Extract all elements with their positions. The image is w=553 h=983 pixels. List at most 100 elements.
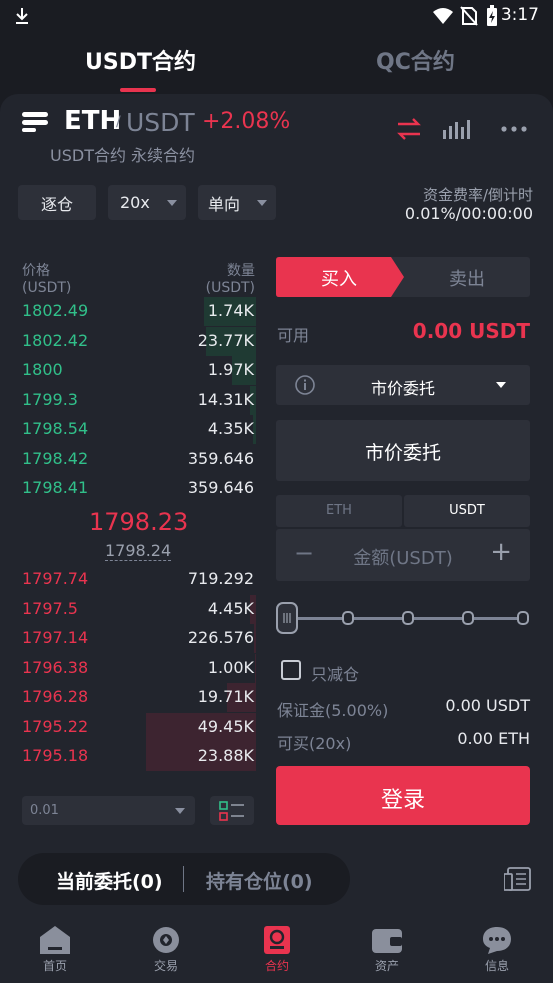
nav-contract[interactable]: 合约 <box>237 925 317 974</box>
position-mode-label: 单向 <box>208 194 241 214</box>
nav-contract-label: 合约 <box>264 959 289 973</box>
tab-usdt-contract[interactable]: USDT合约 <box>85 44 196 76</box>
nav-messages[interactable]: 信息 <box>457 925 537 974</box>
row-qty: 19.71K <box>197 687 254 706</box>
slider-mark-75[interactable] <box>462 611 474 625</box>
price-change: +2.08% <box>202 109 291 134</box>
slider-mark-100[interactable] <box>517 611 529 625</box>
bid-row[interactable]: 1797.5 4.45K <box>22 594 256 624</box>
ask-row[interactable]: 1798.41 359.646 <box>22 474 256 502</box>
nav-trade[interactable]: 交易 <box>126 925 206 974</box>
ask-row[interactable]: 1802.42 23.77K <box>22 326 256 356</box>
bid-row[interactable]: 1797.14 226.576 <box>22 624 256 653</box>
max-buy-label: 可买(20x) <box>277 734 352 753</box>
row-price: 1796.38 <box>22 657 89 677</box>
slider-handle[interactable] <box>276 602 298 634</box>
row-price: 1799.3 <box>22 389 78 409</box>
ask-row[interactable]: 1802.49 1.74K <box>22 297 256 326</box>
contract-tabs: USDT合约 QC合约 <box>0 32 553 94</box>
download-icon <box>16 8 28 24</box>
chevron-down-icon <box>175 808 185 814</box>
quote-symbol[interactable]: USDT <box>126 108 195 137</box>
row-price: 1802.49 <box>22 301 89 320</box>
clock: 3:17 <box>500 5 539 25</box>
tab-positions[interactable]: 持有仓位(0) <box>206 867 313 894</box>
precision-selector[interactable]: 0.01 <box>22 796 195 825</box>
nav-home[interactable]: 首页 <box>15 925 95 974</box>
grip-icon <box>283 613 291 623</box>
orderbook-layout-button[interactable] <box>210 796 254 825</box>
wallet-icon <box>372 929 402 953</box>
order-type-selector[interactable]: 市价委托 <box>276 365 530 405</box>
pair-separator: / <box>116 114 121 130</box>
menu-icon[interactable] <box>22 112 50 132</box>
row-price: 1802.42 <box>22 330 89 350</box>
margin-label: 保证金(5.00%) <box>277 701 389 720</box>
unit-usdt-label: USDT <box>449 503 485 518</box>
bid-row[interactable]: 1795.18 23.88K <box>22 742 256 771</box>
margin-mode-label: 逐仓 <box>40 194 73 214</box>
row-qty: 23.77K <box>197 330 254 350</box>
nav-messages-label: 信息 <box>484 959 509 973</box>
tab-current-orders[interactable]: 当前委托(0) <box>56 867 163 894</box>
more-icon[interactable] <box>500 125 528 133</box>
login-button[interactable]: 登录 <box>276 766 530 825</box>
row-qty: 4.45K <box>207 598 254 618</box>
mark-price[interactable]: 1798.24 <box>105 542 172 561</box>
bid-row[interactable]: 1797.74 719.292 <box>22 565 256 593</box>
sell-tab[interactable]: 卖出 <box>404 265 530 291</box>
increase-button[interactable]: + <box>490 537 512 567</box>
margin-mode-selector[interactable]: 逐仓 <box>18 185 96 220</box>
kline-chart-icon[interactable] <box>442 118 470 140</box>
chevron-down-icon <box>257 200 267 206</box>
price-unit: (USDT) <box>22 280 72 296</box>
position-mode-selector[interactable]: 单向 <box>198 185 276 220</box>
price-field-label: 市价委托 <box>364 442 441 464</box>
price-field[interactable]: 市价委托 <box>276 420 530 481</box>
nav-home-label: 首页 <box>42 959 67 973</box>
wifi-icon <box>433 8 453 24</box>
unit-usdt-tab[interactable]: USDT <box>404 495 530 527</box>
row-price: 1797.74 <box>22 569 89 588</box>
ask-row[interactable]: 1798.42 359.646 <box>22 445 256 473</box>
active-tab-indicator <box>120 88 156 92</box>
last-price: 1798.23 <box>89 508 189 536</box>
row-qty: 1.00K <box>207 657 254 677</box>
ask-row[interactable]: 1800 1.97K <box>22 356 256 385</box>
available-value: 0.00 USDT <box>412 319 530 343</box>
ask-row[interactable]: 1798.54 4.35K <box>22 415 256 444</box>
max-buy-value: 0.00 ETH <box>457 729 530 748</box>
bid-row[interactable]: 1795.22 49.45K <box>22 712 256 742</box>
switch-icon[interactable] <box>396 118 422 140</box>
row-price: 1798.41 <box>22 478 89 497</box>
unit-eth-label: ETH <box>326 503 352 518</box>
funding-value: 0.01%/00:00:00 <box>404 204 533 223</box>
buy-tab[interactable]: 买入 <box>276 265 402 291</box>
amount-field[interactable]: − 金额(USDT) + <box>276 529 530 581</box>
row-price: 1795.18 <box>22 746 89 765</box>
ask-row[interactable]: 1799.3 14.31K <box>22 385 256 415</box>
reduce-only-label: 只减仓 <box>311 665 360 684</box>
funding-label: 资金费率/倒计时 <box>422 186 533 204</box>
status-bar: 3:17 <box>0 0 553 32</box>
bid-row[interactable]: 1796.28 19.71K <box>22 683 256 712</box>
leverage-selector[interactable]: 20x <box>108 185 186 220</box>
side-toggle: 买入 卖出 <box>276 257 530 297</box>
slider-mark-50[interactable] <box>402 611 414 625</box>
bottom-nav: 首页 交易 合约 资产 信息 <box>0 915 553 983</box>
row-price: 1798.54 <box>22 419 89 438</box>
reduce-only-checkbox[interactable] <box>281 660 301 680</box>
nav-assets[interactable]: 资产 <box>347 925 427 974</box>
tab-qc-contract[interactable]: QC合约 <box>376 44 455 76</box>
row-price: 1797.5 <box>22 598 78 618</box>
leverage-label: 20x <box>120 193 150 212</box>
order-history-icon[interactable] <box>504 866 532 892</box>
bid-row[interactable]: 1796.38 1.00K <box>22 653 256 683</box>
qty-unit: (USDT) <box>205 280 255 296</box>
qty-header: 数量 <box>227 263 255 279</box>
layout-icon <box>219 800 244 821</box>
base-symbol[interactable]: ETH <box>64 106 121 136</box>
unit-eth-tab[interactable]: ETH <box>276 495 402 527</box>
slider-mark-25[interactable] <box>342 611 354 625</box>
amount-slider[interactable] <box>276 602 530 634</box>
